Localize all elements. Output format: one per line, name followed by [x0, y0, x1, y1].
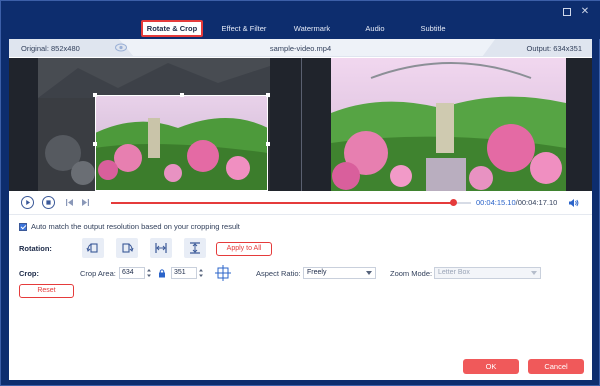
file-name: sample-video.mp4: [269, 44, 332, 53]
playback-bar: 00:04:15.10/00:04:17.10: [9, 191, 592, 215]
progress-thumb[interactable]: [450, 199, 457, 206]
crop-handle-right[interactable]: [266, 142, 270, 146]
chevron-down-icon: [531, 271, 537, 275]
play-icon[interactable]: [21, 196, 34, 209]
maximize-icon[interactable]: [563, 8, 571, 16]
time-display: 00:04:15.10/00:04:17.10: [476, 198, 557, 207]
output-resolution: Output: 634x351: [526, 44, 582, 53]
auto-match-label: Auto match the output resolution based o…: [31, 222, 240, 231]
preview-divider: [301, 58, 302, 191]
tab-subtitle[interactable]: Subtitle: [411, 20, 455, 37]
preview-area: [9, 58, 592, 191]
crop-label: Crop:: [19, 269, 39, 278]
crop-handle-top[interactable]: [180, 93, 184, 97]
tab-audio[interactable]: Audio: [355, 20, 395, 37]
rotation-label: Rotation:: [19, 244, 52, 253]
stop-icon[interactable]: [42, 196, 55, 209]
auto-match-row[interactable]: Auto match the output resolution based o…: [19, 222, 240, 231]
tab-rotate-crop[interactable]: Rotate & Crop: [141, 20, 203, 37]
height-stepper-icon[interactable]: [198, 267, 204, 279]
reset-button[interactable]: Reset: [19, 284, 74, 298]
auto-match-checkbox[interactable]: [19, 222, 27, 231]
editor-window: Rotate & Crop Effect & Filter Watermark …: [0, 0, 600, 386]
rotate-right-icon[interactable]: [116, 238, 138, 258]
current-time: 00:04:15.10: [476, 198, 516, 207]
progress-track-played[interactable]: [111, 202, 453, 204]
width-stepper-icon[interactable]: [146, 267, 152, 279]
crop-selection-box[interactable]: [93, 93, 270, 191]
previous-frame-icon[interactable]: [65, 198, 74, 207]
center-crop-icon[interactable]: [214, 264, 232, 282]
output-preview: [331, 58, 566, 191]
crop-width-field[interactable]: 634: [119, 267, 145, 279]
cancel-button[interactable]: Cancel: [528, 359, 584, 374]
crop-handle-tl[interactable]: [93, 93, 97, 97]
info-bar: Original: 852x480 sample-video.mp4 Outpu…: [9, 39, 592, 57]
original-preview[interactable]: [38, 58, 270, 191]
rotate-left-icon[interactable]: [82, 238, 104, 258]
crop-height-field[interactable]: 351: [171, 267, 197, 279]
ok-button[interactable]: OK: [463, 359, 519, 374]
volume-icon[interactable]: [568, 198, 579, 208]
garden-image-output: [331, 58, 566, 191]
crop-area-label: Crop Area:: [80, 269, 116, 278]
editor-panel: Original: 852x480 sample-video.mp4 Outpu…: [9, 39, 592, 380]
zoom-mode-value: Letter Box: [438, 269, 470, 276]
tab-watermark[interactable]: Watermark: [287, 20, 337, 37]
aspect-ratio-value: Freely: [307, 269, 327, 276]
chevron-down-icon: [366, 271, 372, 275]
tab-bar: Rotate & Crop Effect & Filter Watermark …: [141, 20, 455, 37]
next-frame-icon[interactable]: [81, 198, 90, 207]
zoom-mode-label: Zoom Mode:: [390, 269, 433, 278]
apply-to-all-button[interactable]: Apply to All: [216, 242, 272, 256]
crop-handle-tr[interactable]: [266, 93, 270, 97]
lock-icon[interactable]: [158, 268, 166, 278]
aspect-ratio-select[interactable]: Freely: [303, 267, 376, 279]
flip-horizontal-icon[interactable]: [150, 238, 172, 258]
crop-handle-left[interactable]: [93, 142, 97, 146]
zoom-mode-select: Letter Box: [434, 267, 541, 279]
aspect-ratio-label: Aspect Ratio:: [256, 269, 301, 278]
flip-vertical-icon[interactable]: [184, 238, 206, 258]
close-icon[interactable]: ✕: [580, 7, 590, 17]
title-bar: Rotate & Crop Effect & Filter Watermark …: [1, 1, 600, 39]
tab-effect-filter[interactable]: Effect & Filter: [207, 20, 281, 37]
total-time: /00:04:17.10: [515, 198, 558, 207]
